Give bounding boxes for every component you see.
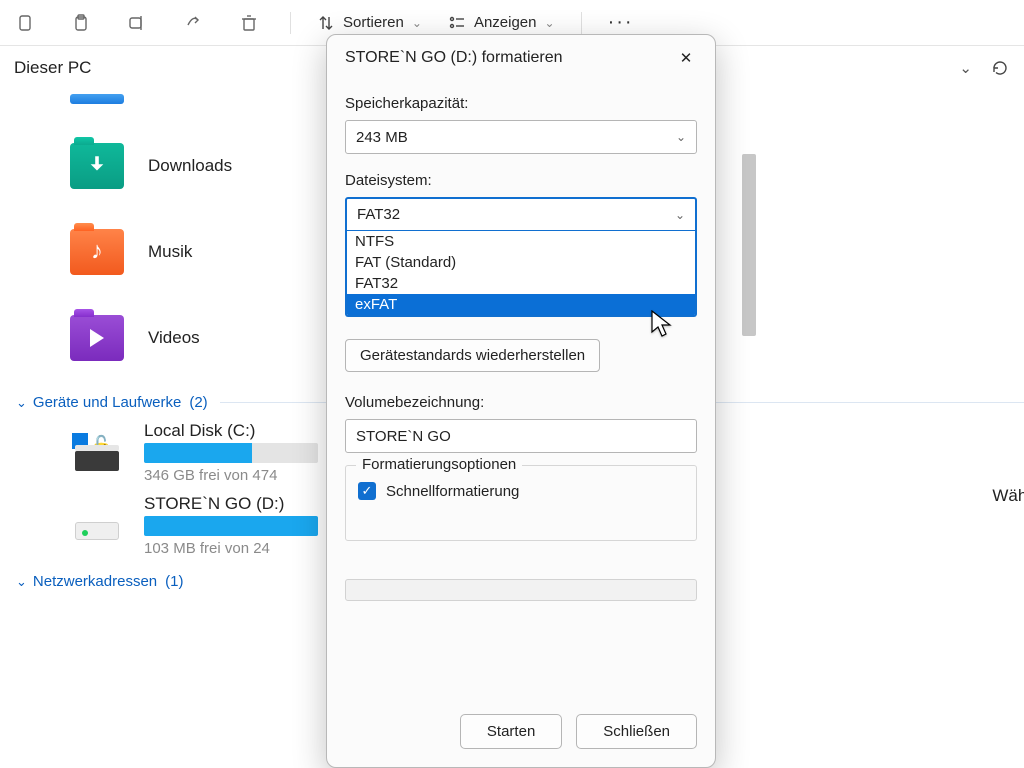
rename-icon[interactable]: [122, 8, 152, 38]
drive-usage-bar: [144, 443, 318, 463]
drive-title: STORE`N GO (D:): [144, 494, 318, 514]
folder-partial: [70, 94, 124, 104]
folder-label: Videos: [148, 328, 200, 348]
more-menu[interactable]: ···: [608, 11, 634, 34]
dropdown-option-fat-standard[interactable]: FAT (Standard): [347, 252, 695, 273]
volume-value: STORE`N GO: [356, 428, 451, 445]
side-hint: Wählen: [992, 486, 1024, 506]
format-dialog: STORE`N GO (D:) formatieren ✕ Speicherka…: [326, 34, 716, 768]
filesystem-select[interactable]: FAT32 ⌄: [345, 197, 697, 231]
group-label: Netzwerkadressen: [33, 573, 157, 590]
drive-info: 103 MB frei von 24: [144, 540, 318, 557]
filesystem-label: Dateisystem:: [345, 172, 697, 189]
filesystem-selected: FAT32: [357, 206, 400, 223]
volume-label: Volumebezeichnung:: [345, 394, 697, 411]
copy-icon[interactable]: [10, 8, 40, 38]
breadcrumb-title[interactable]: Dieser PC: [14, 58, 91, 78]
usb-drive-icon: [70, 504, 124, 548]
capacity-label: Speicherkapazität:: [345, 95, 697, 112]
group-label: Geräte und Laufwerke: [33, 394, 181, 411]
toolbar-separator: [290, 12, 291, 34]
group-count: (2): [189, 394, 207, 411]
download-folder-icon: [70, 143, 124, 189]
sort-menu[interactable]: Sortieren ⌄: [317, 14, 422, 32]
format-options-fieldset: Formatierungsoptionen ✓ Schnellformatier…: [345, 465, 697, 541]
sort-label: Sortieren: [343, 14, 404, 31]
volume-name-input[interactable]: STORE`N GO: [345, 419, 697, 453]
restore-defaults-button[interactable]: Gerätestandards wiederherstellen: [345, 339, 600, 372]
drive-info: 346 GB frei von 474: [144, 467, 318, 484]
dropdown-option-exfat[interactable]: exFAT: [347, 294, 695, 315]
toolbar-separator: [581, 12, 582, 34]
video-folder-icon: [70, 315, 124, 361]
quick-format-label: Schnellformatierung: [386, 483, 519, 500]
chevron-down-icon: ⌄: [16, 574, 27, 590]
chevron-down-icon: ⌄: [545, 16, 555, 30]
dialog-footer: Starten Schließen: [327, 688, 715, 767]
chevron-down-icon: ⌄: [676, 130, 686, 144]
capacity-value: 243 MB: [356, 129, 408, 146]
quick-format-row[interactable]: ✓ Schnellformatierung: [358, 482, 684, 500]
drive-icon: 🔓: [70, 431, 124, 475]
folder-label: Downloads: [148, 156, 232, 176]
trash-icon[interactable]: [234, 8, 264, 38]
capacity-select[interactable]: 243 MB ⌄: [345, 120, 697, 154]
filesystem-dropdown: NTFS FAT (Standard) FAT32 exFAT: [345, 231, 697, 317]
format-options-legend: Formatierungsoptionen: [356, 456, 522, 473]
dialog-title: STORE`N GO (D:) formatieren: [345, 49, 563, 67]
view-menu[interactable]: Anzeigen ⌄: [448, 14, 555, 32]
share-icon[interactable]: [178, 8, 208, 38]
chevron-down-icon: ⌄: [412, 16, 422, 30]
group-count: (1): [165, 573, 183, 590]
drive-usage-bar: [144, 516, 318, 536]
chevron-down-icon: ⌄: [16, 395, 27, 411]
folder-label: Musik: [148, 242, 192, 262]
progress-bar: [345, 579, 697, 601]
close-button[interactable]: Schließen: [576, 714, 697, 749]
dialog-titlebar: STORE`N GO (D:) formatieren ✕: [327, 35, 715, 79]
clipboard-icon[interactable]: [66, 8, 96, 38]
scrollbar-thumb[interactable]: [742, 154, 756, 336]
drive-title: Local Disk (C:): [144, 421, 318, 441]
close-icon[interactable]: ✕: [675, 47, 697, 69]
checkbox-checked-icon[interactable]: ✓: [358, 482, 376, 500]
start-button[interactable]: Starten: [460, 714, 562, 749]
view-label: Anzeigen: [474, 14, 537, 31]
dropdown-option-fat32[interactable]: FAT32: [347, 273, 695, 294]
music-folder-icon: [70, 229, 124, 275]
right-pane: [744, 0, 1024, 768]
dropdown-option-ntfs[interactable]: NTFS: [347, 231, 695, 252]
chevron-down-icon: ⌄: [675, 208, 685, 222]
